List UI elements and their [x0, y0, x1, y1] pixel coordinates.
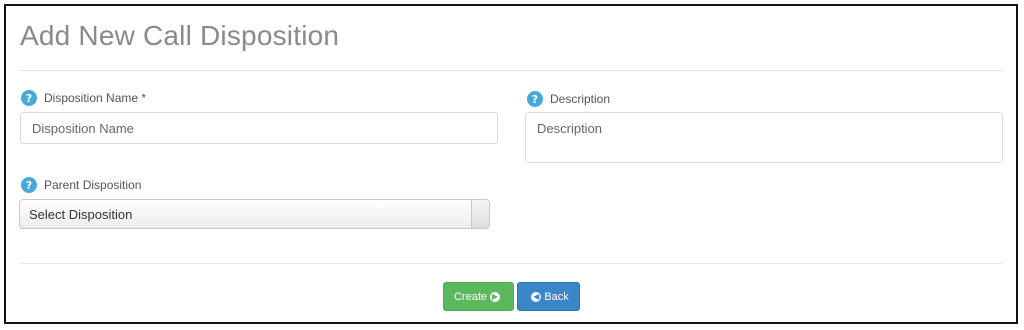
- arrow-circle-right-icon: ▶: [490, 291, 501, 302]
- description-textarea[interactable]: [525, 112, 1003, 163]
- disposition-name-input[interactable]: [20, 112, 498, 144]
- create-button[interactable]: Create ▶: [443, 282, 514, 311]
- parent-disposition-selected: Select Disposition: [29, 206, 133, 222]
- disposition-name-label: ? Disposition Name *: [21, 90, 146, 106]
- arrow-circle-left-icon: ◀: [531, 291, 542, 302]
- select-dropdown-handle[interactable]: [471, 200, 489, 228]
- back-button[interactable]: ◀ Back: [517, 282, 580, 311]
- form-panel: Add New Call Disposition ? Disposition N…: [4, 4, 1018, 324]
- help-icon[interactable]: ?: [21, 90, 37, 106]
- help-icon[interactable]: ?: [21, 177, 37, 193]
- back-button-label: Back: [544, 290, 569, 303]
- disposition-name-label-text: Disposition Name *: [44, 91, 147, 105]
- divider: [20, 70, 1002, 71]
- parent-disposition-select[interactable]: Select Disposition: [19, 199, 490, 229]
- description-label-text: Description: [550, 92, 611, 106]
- parent-disposition-label-text: Parent Disposition: [44, 178, 142, 192]
- help-icon[interactable]: ?: [527, 91, 543, 107]
- divider: [20, 263, 1002, 264]
- description-label: ? Description: [527, 91, 610, 107]
- page-title: Add New Call Disposition: [20, 20, 340, 51]
- create-button-label: Create: [453, 290, 488, 303]
- parent-disposition-label: ? Parent Disposition: [21, 177, 141, 193]
